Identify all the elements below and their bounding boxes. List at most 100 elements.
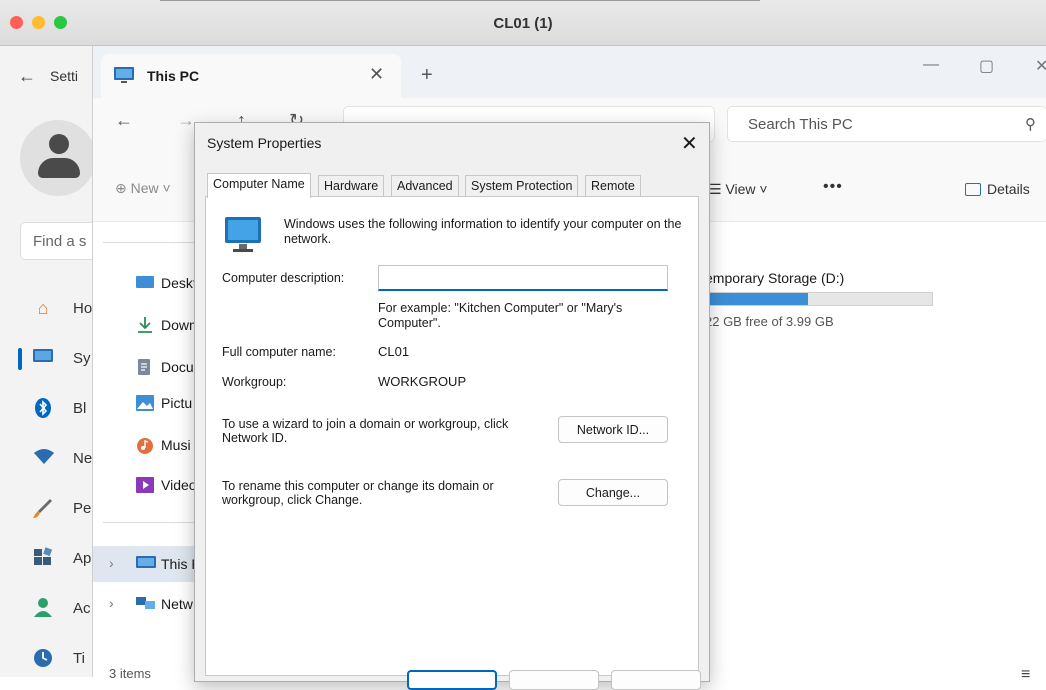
tab-this-pc[interactable]: This PC ✕	[101, 54, 401, 98]
details-pane-icon	[965, 183, 981, 196]
search-this-pc-input[interactable]: Search This PC ⚲	[727, 106, 1046, 142]
this-pc-icon	[113, 66, 135, 84]
settings-nav-accounts[interactable]: Ac	[0, 584, 94, 634]
clock-icon	[32, 647, 54, 669]
change-button[interactable]: Change...	[558, 479, 668, 506]
settings-nav-label: Sy	[73, 350, 91, 367]
nav-separator	[103, 522, 203, 523]
settings-nav-home[interactable]: ⌂ Ho	[0, 284, 94, 334]
ok-button[interactable]	[407, 670, 497, 690]
close-tab-icon[interactable]: ✕	[369, 64, 384, 85]
apply-button[interactable]	[611, 670, 701, 690]
settings-nav-label: Bl	[73, 400, 87, 417]
nav-item-music[interactable]: Musi	[93, 427, 203, 463]
list-view-icon[interactable]: ≡	[1021, 666, 1030, 684]
view-label: View	[725, 181, 756, 197]
full-computer-name-value: CL01	[378, 344, 410, 359]
avatar-head	[49, 134, 69, 154]
back-icon[interactable]: ←	[115, 110, 133, 131]
host-title-bar: CL01 (1)	[0, 0, 1046, 46]
rename-description: To rename this computer or change its do…	[222, 479, 494, 507]
intro-text: Windows uses the following information t…	[284, 217, 682, 246]
settings-nav-system[interactable]: Sy	[0, 334, 94, 384]
forward-icon[interactable]: →	[177, 110, 195, 131]
view-button[interactable]: ☰ View ˅	[709, 181, 768, 198]
maximize-icon[interactable]: ▢	[979, 56, 994, 76]
workgroup-value: WORKGROUP	[378, 374, 467, 389]
details-label: Details	[987, 181, 1030, 197]
dialog-title: System Properties	[207, 135, 322, 151]
document-icon	[135, 358, 155, 375]
music-icon	[135, 436, 155, 454]
chevron-right-icon[interactable]: ›	[109, 595, 114, 611]
computer-name-panel: Windows uses the following information t…	[205, 196, 699, 676]
monitor-icon	[32, 347, 54, 369]
tab-hardware[interactable]: Hardware	[318, 175, 385, 197]
nav-item-downloads[interactable]: Down	[93, 307, 203, 343]
settings-nav-network[interactable]: Ne	[0, 434, 94, 484]
wifi-icon	[32, 447, 54, 469]
desktop-icon	[135, 274, 155, 291]
nav-item-label: Musi	[161, 437, 191, 453]
new-tab-icon[interactable]: +	[421, 64, 433, 87]
navigation-pane: Deskt Down Docu Pictu Musi Video › This …	[93, 222, 203, 677]
details-button[interactable]: Details	[965, 181, 1030, 197]
nav-item-this-pc[interactable]: › This P	[93, 546, 203, 582]
settings-nav-bluetooth[interactable]: Bl	[0, 384, 94, 434]
tab-label: This PC	[147, 68, 200, 84]
tab-system-protection[interactable]: System Protection	[465, 175, 579, 197]
home-icon: ⌂	[37, 298, 49, 318]
cancel-button[interactable]	[509, 670, 599, 690]
nav-item-pictures[interactable]: Pictu	[93, 385, 203, 421]
tab-computer-name[interactable]: Computer Name	[207, 173, 311, 198]
network-id-description: To use a wizard to join a domain or work…	[222, 417, 509, 445]
search-icon: ⚲	[1025, 116, 1036, 133]
workgroup-label: Workgroup:	[222, 375, 287, 389]
nav-item-documents[interactable]: Docu	[93, 349, 203, 385]
nav-item-label: Docu	[161, 359, 194, 375]
apps-icon	[32, 547, 54, 569]
tab-remote[interactable]: Remote	[585, 175, 641, 197]
back-arrow-icon[interactable]: ←	[18, 66, 36, 87]
nav-item-label: Video	[161, 477, 197, 493]
chevron-right-icon[interactable]: ›	[109, 555, 114, 571]
download-icon	[135, 316, 155, 333]
settings-nav-label: Ne	[73, 450, 93, 467]
nav-item-desktop[interactable]: Deskt	[93, 265, 203, 301]
computer-description-input[interactable]	[378, 265, 668, 291]
bluetooth-icon	[32, 397, 54, 419]
video-icon	[135, 476, 155, 493]
network-id-button[interactable]: Network ID...	[558, 416, 668, 443]
close-icon[interactable]: ✕	[1035, 56, 1046, 76]
dialog-close-icon[interactable]: ✕	[681, 131, 698, 156]
drive-tile-temporary-storage[interactable]: emporary Storage (D:) 22 GB free of 3.99…	[705, 270, 933, 329]
settings-nav-label: Ap	[73, 550, 92, 567]
settings-nav-label: Ti	[73, 650, 85, 667]
user-avatar[interactable]	[20, 120, 96, 196]
host-window-title: CL01 (1)	[493, 15, 553, 32]
host-top-edge	[160, 0, 760, 3]
drive-usage-bar	[705, 292, 933, 306]
nav-item-network[interactable]: › Netw	[93, 586, 203, 622]
nav-item-videos[interactable]: Video	[93, 467, 203, 503]
nav-item-label: Deskt	[161, 275, 197, 291]
settings-nav-apps[interactable]: Ap	[0, 534, 94, 584]
description-example-text: For example: "Kitchen Computer" or "Mary…	[378, 301, 623, 330]
settings-nav-label: Ho	[73, 300, 93, 317]
minimize-icon[interactable]: —	[923, 56, 939, 74]
more-options-button[interactable]: •••	[823, 178, 843, 196]
this-pc-icon	[135, 555, 156, 572]
tab-advanced[interactable]: Advanced	[391, 175, 459, 197]
active-indicator	[18, 348, 22, 370]
settings-nav-personalization[interactable]: Pe	[0, 484, 94, 534]
settings-title: Setti	[50, 68, 79, 84]
search-placeholder: Search This PC	[748, 116, 853, 133]
new-button[interactable]: ⊕ New ˅	[115, 180, 171, 197]
system-properties-dialog: System Properties ✕ Computer Name Hardwa…	[194, 122, 710, 690]
drive-free-space: 22 GB free of 3.99 GB	[705, 314, 834, 329]
nav-item-label: Pictu	[161, 395, 193, 411]
nav-item-label: Down	[161, 317, 197, 333]
drive-usage-fill	[706, 293, 808, 305]
settings-nav-label: Pe	[73, 500, 92, 517]
drive-label: emporary Storage (D:)	[705, 270, 845, 286]
